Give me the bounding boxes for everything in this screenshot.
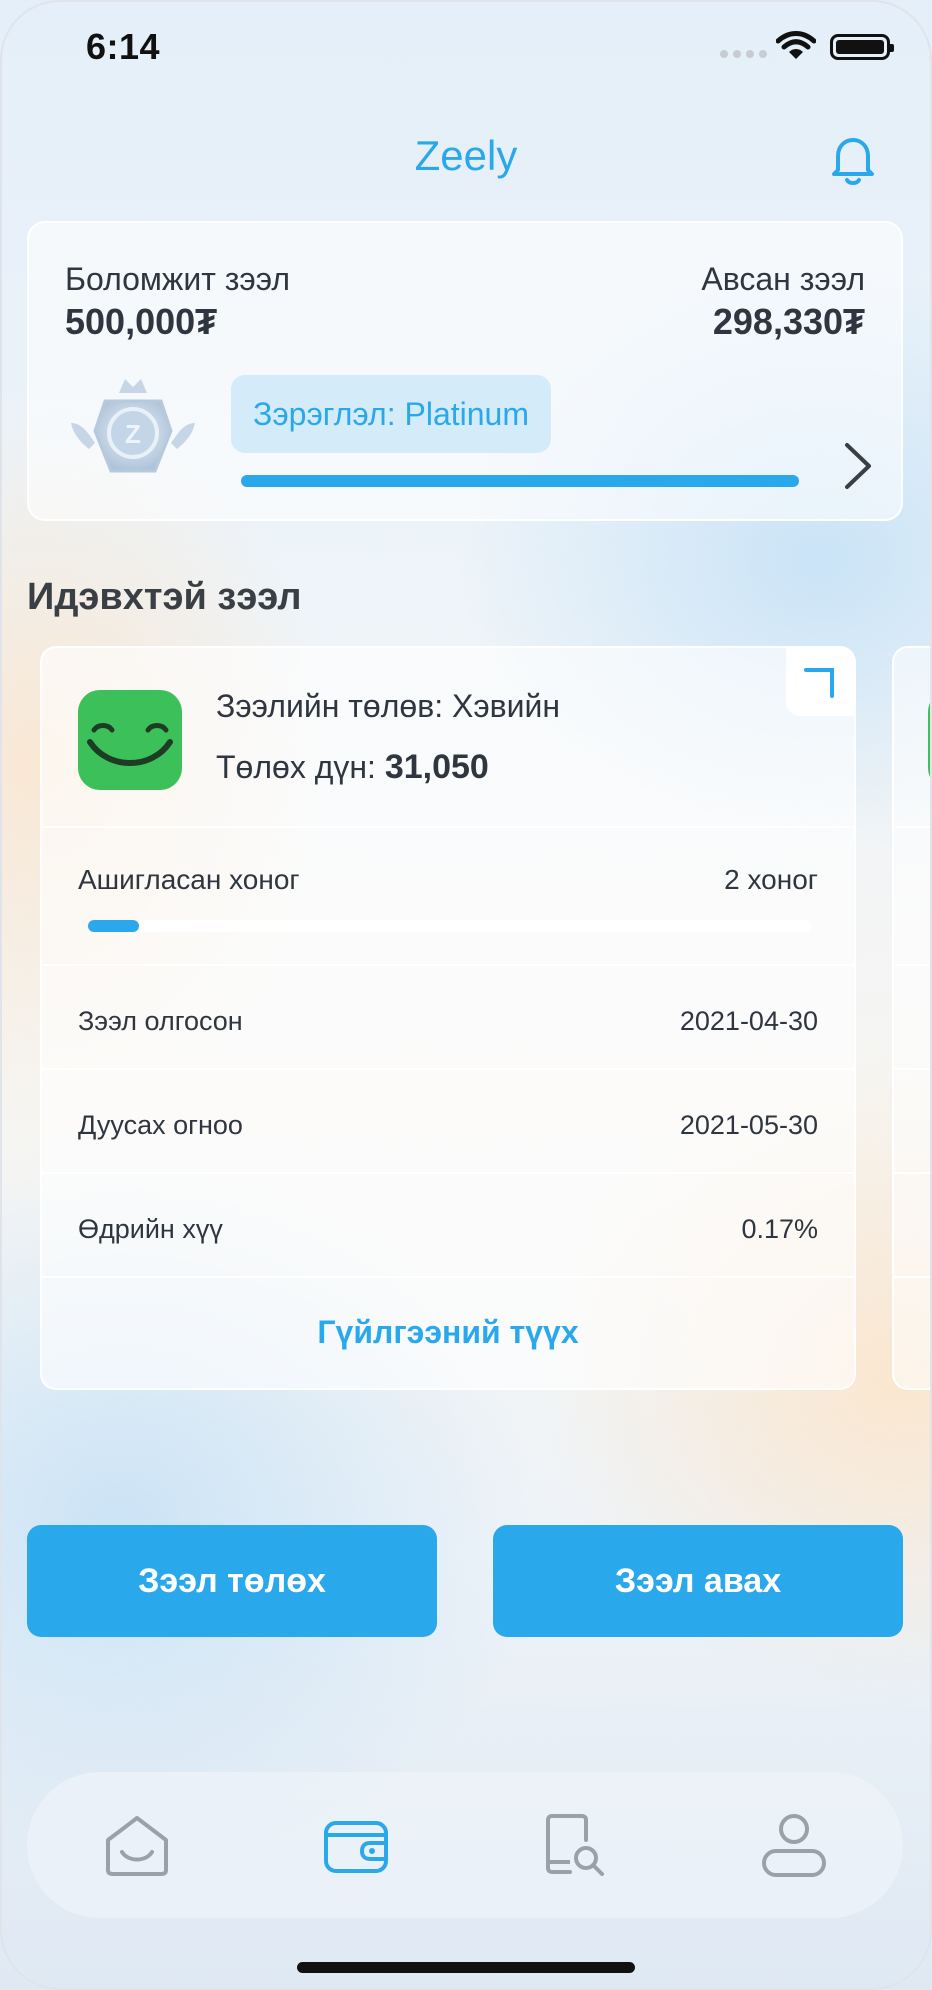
tab-wallet[interactable]: [311, 1800, 401, 1890]
platinum-badge-icon: Z: [71, 379, 195, 473]
merchant-logo: [928, 690, 932, 790]
divider: [42, 1276, 854, 1278]
daily-rate-value: 0.17%: [741, 1214, 818, 1244]
tab-home[interactable]: [92, 1800, 182, 1890]
loan-issued-label: Зээл олгосон: [78, 1006, 243, 1036]
tab-documents[interactable]: [530, 1800, 620, 1890]
due-date-value: 2021-05-30: [679, 1110, 818, 1140]
loan-summary-card[interactable]: Боломжит зээл 500,000₮ Авсан зээл 298,33…: [27, 221, 903, 521]
divider: [894, 826, 932, 828]
loan-status: Зээлийн төлөв: Хэвийн: [216, 688, 561, 724]
divider: [42, 1172, 854, 1174]
payment-amount-row: Төлөх дүн: 31,050: [216, 748, 489, 787]
app-title: Zeely: [414, 132, 518, 179]
available-loan-label: Боломжит зээл: [65, 261, 291, 297]
days-used-value: 2 хоног: [724, 864, 818, 895]
bottom-tab-bar: [27, 1772, 903, 1918]
corner-tag-icon[interactable]: [786, 648, 854, 716]
tier-badge: Зэрэглэл: Platinum: [231, 375, 551, 453]
get-loan-button[interactable]: Зээл авах: [493, 1525, 903, 1637]
status-time: 6:14: [86, 26, 161, 67]
smile-icon: [87, 723, 173, 766]
status-bar: 6:14: [0, 0, 932, 100]
divider: [894, 1172, 932, 1174]
days-used-progress-fill: [88, 920, 139, 932]
days-used-label: Ашигласан хоног: [78, 864, 300, 895]
pay-loan-button[interactable]: Зээл төлөх: [27, 1525, 437, 1637]
divider: [42, 964, 854, 966]
wallet-icon: [323, 1821, 388, 1873]
divider: [42, 1068, 854, 1070]
battery-icon: [830, 34, 894, 60]
home-icon: [105, 1816, 168, 1876]
document-search-icon: [545, 1814, 604, 1876]
cellular-signal-icon: [720, 50, 767, 58]
chevron-right-icon[interactable]: [841, 441, 875, 491]
divider: [42, 826, 854, 828]
available-loan-value: 500,000₮: [65, 301, 218, 342]
home-indicator: [297, 1962, 635, 1973]
wifi-icon: [776, 31, 816, 59]
active-loan-card[interactable]: Зээлийн төлөв: Хэвийн Төлөх дүн: 31,050 …: [40, 646, 856, 1390]
divider: [894, 1068, 932, 1070]
daily-rate-label: Өдрийн хүү: [78, 1214, 223, 1244]
svg-text:Z: Z: [125, 419, 141, 449]
days-used-progress: [88, 920, 812, 932]
bell-icon[interactable]: [828, 134, 878, 186]
active-loans-title: Идэвхтэй зээл: [27, 576, 302, 618]
loan-issued-date: 2021-04-30: [679, 1006, 818, 1036]
divider: [894, 964, 932, 966]
profile-icon: [761, 1814, 826, 1877]
next-loan-card[interactable]: [892, 646, 932, 1390]
taken-loan-value: 298,330₮: [712, 301, 865, 342]
payment-amount-value: 31,050: [384, 748, 489, 786]
tier-progress-bar: [241, 475, 799, 487]
merchant-logo: [78, 690, 182, 790]
divider: [894, 1276, 932, 1278]
payment-amount-label: Төлөх дүн:: [216, 749, 376, 785]
tab-profile[interactable]: [749, 1800, 839, 1890]
transaction-history-link[interactable]: Гүйлгээний түүх: [42, 1314, 854, 1351]
taken-loan-label: Авсан зээл: [701, 261, 865, 297]
due-date-label: Дуусах огноо: [78, 1110, 243, 1140]
